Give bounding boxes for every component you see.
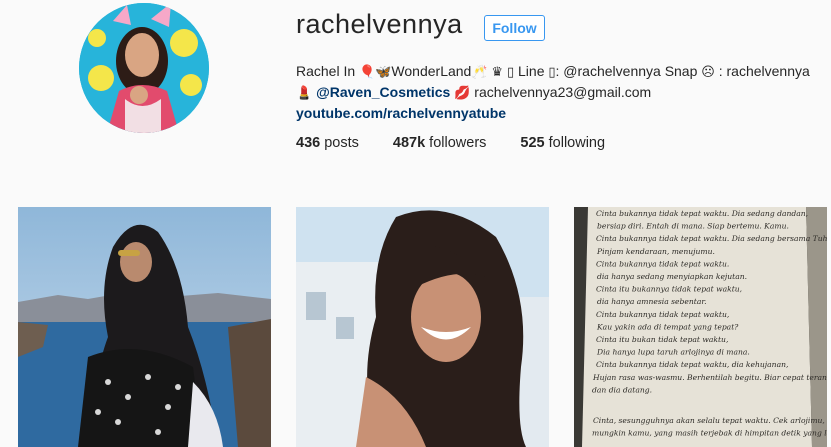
post-image-book-page: Cinta bukannya tidak tepat waktu. Dia se… <box>574 207 827 447</box>
bio-line-2: 💄 @Raven_Cosmetics 💋 rachelvennya23@gmai… <box>296 82 826 103</box>
book-text-line: dia hanya sedang menyiapkan kejutan. <box>597 272 747 281</box>
profile-stats: 436 posts 487k followers 525 following <box>296 135 639 151</box>
bio-text: Line <box>514 63 549 79</box>
book-text-line: bersiap diri. Entah di mana. Siap bertem… <box>597 222 789 231</box>
profile-bio: Rachel In 🎈🦋WonderLand🥂 ♛ ▯ Line ▯: @rac… <box>296 61 826 124</box>
line-logo-icon: ▯ <box>548 64 556 79</box>
book-text-line: Cinta, sesungguhnya akan selalu tepat wa… <box>593 416 825 425</box>
book-text-line: dan dia datang. <box>592 385 652 394</box>
book-text-line: dia hanya amnesia sebentar. <box>597 297 707 306</box>
glass-icon: 🥂 <box>471 64 488 79</box>
butterfly-icon: 🦋 <box>375 64 392 79</box>
book-text-line: Cinta bukannya tidak tepat waktu. Dia se… <box>596 209 808 218</box>
ghost-icon: ☹ <box>701 64 715 79</box>
bio-mention-link[interactable]: @Raven_Cosmetics <box>316 84 450 100</box>
bio-line-1: Rachel In 🎈🦋WonderLand🥂 ♛ ▯ Line ▯: @rac… <box>296 61 826 82</box>
book-text-line: Cinta bukannya tidak tepat waktu, <box>596 310 729 319</box>
crown-icon: ♛ <box>491 64 504 79</box>
profile-avatar[interactable] <box>79 3 209 133</box>
book-text-line: Dia hanya lupa taruh arlojinya di mana. <box>596 348 750 357</box>
book-text-line: Cinta bukannya tidak tepat waktu. Dia se… <box>596 234 827 243</box>
book-text-line: mungkin kamu, yang masih terjebak di him… <box>592 429 827 438</box>
balloon-icon: 🎈 <box>359 64 376 79</box>
username: rachelvennya <box>296 9 463 39</box>
post-image-coast <box>18 207 271 447</box>
followers-stat[interactable]: 487k followers <box>393 135 487 151</box>
avatar-image <box>79 3 209 133</box>
following-stat[interactable]: 525 following <box>520 135 605 151</box>
kiss-icon: 💋 <box>454 85 471 100</box>
post-thumbnail-1[interactable] <box>18 207 271 447</box>
book-text-line: Cinta itu bukannya tidak tepat waktu, <box>596 285 742 294</box>
book-text-line: Cinta itu bukan tidak tepat waktu, <box>596 335 728 344</box>
bio-text: WonderLand <box>391 63 472 79</box>
book-text-line: Cinta bukannya tidak tepat waktu, dia ke… <box>596 360 788 369</box>
website-link[interactable]: youtube.com/rachelvennyatube <box>296 103 826 124</box>
post-image-portrait <box>296 207 549 447</box>
follow-button[interactable]: Follow <box>484 15 545 41</box>
post-thumbnail-3[interactable]: Cinta bukannya tidak tepat waktu. Dia se… <box>574 207 827 447</box>
book-text-line: Hujan rasa was-wasmu. Berhentilah begitu… <box>592 373 827 382</box>
posts-stat: 436 posts <box>296 135 359 151</box>
bio-email: rachelvennya23@gmail.com <box>470 84 652 100</box>
bio-text: : @rachelvennya Snap <box>555 63 702 79</box>
book-text-line: Pinjam kendaraan, menujumu. <box>596 247 715 256</box>
bio-text: Rachel In <box>296 63 360 79</box>
lipstick-icon: 💄 <box>296 85 313 100</box>
book-text-line: Cinta bukannya tidak tepat waktu. <box>596 259 729 268</box>
post-thumbnail-2[interactable] <box>296 207 549 447</box>
book-text-line: Kau yakin ada di tempat yang tepat? <box>596 322 739 331</box>
bio-text: : rachelvennya <box>714 63 810 79</box>
